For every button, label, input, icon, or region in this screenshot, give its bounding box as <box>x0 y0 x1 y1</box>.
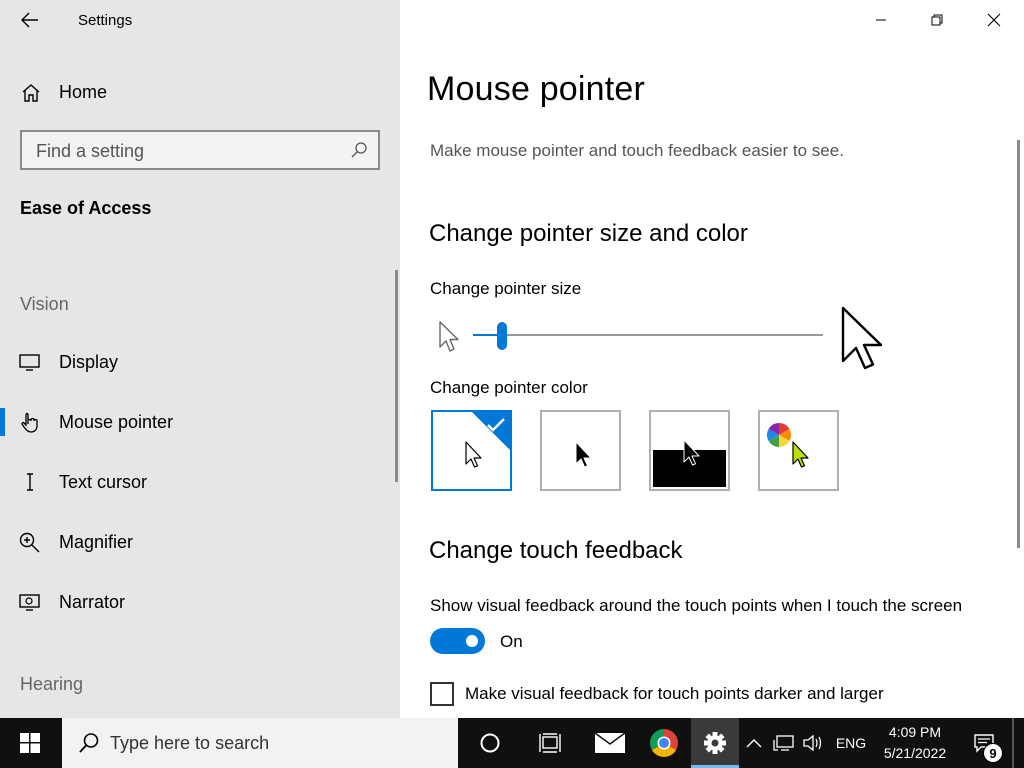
content-scrollbar[interactable] <box>1017 140 1020 548</box>
volume-icon <box>803 734 822 752</box>
minimize-icon <box>876 19 886 21</box>
sidebar-item-label: Display <box>59 352 119 372</box>
mail-icon <box>594 732 626 753</box>
touch-feedback-toggle[interactable] <box>430 628 485 654</box>
custom-color-pointer-icon <box>766 423 809 468</box>
taskbar: Type here to search ENG 4:09 PM 5/21/202… <box>0 718 1024 768</box>
find-setting-input[interactable] <box>36 140 336 162</box>
task-view-button[interactable] <box>524 718 576 768</box>
clock[interactable]: 4:09 PM 5/21/2022 <box>872 718 958 768</box>
chrome-app-button[interactable] <box>638 718 690 768</box>
sidebar-item-label: Mouse pointer <box>59 412 174 432</box>
search-icon <box>351 142 367 158</box>
sidebar-item-label: Narrator <box>59 592 126 612</box>
volume-button[interactable] <box>800 718 828 768</box>
pointer-color-label: Change pointer color <box>430 378 588 397</box>
cortana-icon <box>480 733 500 753</box>
sidebar-item-text-cursor[interactable]: Text cursor <box>0 460 400 504</box>
touch-section-heading: Change touch feedback <box>429 537 683 564</box>
darker-feedback-label: Make visual feedback for touch points da… <box>465 684 884 703</box>
find-setting-search[interactable] <box>20 130 380 170</box>
narrator-icon <box>19 594 40 611</box>
pointer-color-inverted-option[interactable] <box>649 410 730 491</box>
pointer-size-label: Change pointer size <box>430 279 582 298</box>
network-icon <box>773 735 794 751</box>
back-button[interactable] <box>12 4 48 36</box>
start-button[interactable] <box>0 718 60 768</box>
taskbar-search-box[interactable]: Type here to search <box>62 718 458 768</box>
chrome-icon <box>650 729 678 757</box>
home-icon <box>22 84 40 102</box>
pointer-section-heading: Change pointer size and color <box>429 220 748 247</box>
sidebar-item-narrator[interactable]: Narrator <box>0 580 400 624</box>
sidebar-item-label: Text cursor <box>59 472 148 492</box>
slider-thumb[interactable] <box>497 322 507 350</box>
notification-count-badge: 9 <box>983 743 1003 763</box>
toggle-knob <box>466 635 478 647</box>
page-title: Mouse pointer <box>427 70 646 108</box>
sidebar-item-magnifier[interactable]: Magnifier <box>0 520 400 564</box>
clock-time: 4:09 PM <box>888 724 942 740</box>
show-hidden-icons-button[interactable] <box>742 718 766 768</box>
back-arrow-icon <box>21 12 38 28</box>
group-title-hearing: Hearing <box>20 674 84 694</box>
sidebar: Settings Home Ease of Access Vision Disp… <box>0 0 400 718</box>
toggle-state-label: On <box>500 632 523 651</box>
chevron-up-icon <box>746 739 762 748</box>
page-description: Make mouse pointer and touch feedback ea… <box>430 141 844 160</box>
mouse-pointer-icon <box>21 412 38 433</box>
minimize-button[interactable] <box>858 0 904 40</box>
taskbar-search-placeholder: Type here to search <box>110 733 270 753</box>
sidebar-item-display[interactable]: Display <box>0 340 400 384</box>
sidebar-scrollbar[interactable] <box>395 270 398 482</box>
search-icon <box>79 733 99 753</box>
section-title: Ease of Access <box>20 198 152 218</box>
network-button[interactable] <box>770 718 798 768</box>
checkmark-icon <box>487 418 505 432</box>
large-pointer-icon <box>841 306 883 370</box>
mail-app-button[interactable] <box>584 718 636 768</box>
gear-icon <box>704 732 726 754</box>
title-bar: Settings <box>0 0 400 40</box>
pointer-color-white-option[interactable] <box>431 410 512 491</box>
task-view-icon <box>539 733 561 753</box>
sidebar-item-mouse-pointer[interactable]: Mouse pointer <box>0 400 400 444</box>
inverted-pointer-icon <box>653 439 726 487</box>
pointer-color-custom-option[interactable] <box>758 410 839 491</box>
show-desktop-divider[interactable] <box>1012 718 1014 768</box>
close-icon <box>987 13 1001 27</box>
pointer-size-slider[interactable] <box>473 322 823 350</box>
app-title: Settings <box>78 12 133 29</box>
settings-app-button[interactable] <box>691 718 739 768</box>
input-language-indicator[interactable]: ENG <box>832 718 870 768</box>
selection-indicator <box>0 408 5 436</box>
darker-feedback-checkbox[interactable] <box>430 682 454 706</box>
windows-logo-icon <box>20 733 40 753</box>
clock-date: 5/21/2022 <box>883 745 947 761</box>
main-content: Mouse pointer Make mouse pointer and tou… <box>400 0 1024 718</box>
restore-icon <box>931 14 943 26</box>
home-label: Home <box>59 82 108 102</box>
group-title-vision: Vision <box>20 294 69 314</box>
slider-track <box>473 334 823 336</box>
touch-feedback-label: Show visual feedback around the touch po… <box>430 596 963 615</box>
magnifier-icon <box>19 532 40 553</box>
text-cursor-icon <box>27 473 33 491</box>
cortana-button[interactable] <box>465 718 515 768</box>
restore-button[interactable] <box>914 0 960 40</box>
sidebar-item-label: Magnifier <box>59 532 134 552</box>
pointer-color-black-option[interactable] <box>540 410 621 491</box>
black-pointer-icon <box>575 441 592 468</box>
close-button[interactable] <box>971 0 1017 40</box>
monitor-icon <box>19 354 40 371</box>
home-nav-item[interactable]: Home <box>0 72 400 112</box>
small-pointer-icon <box>439 321 459 352</box>
